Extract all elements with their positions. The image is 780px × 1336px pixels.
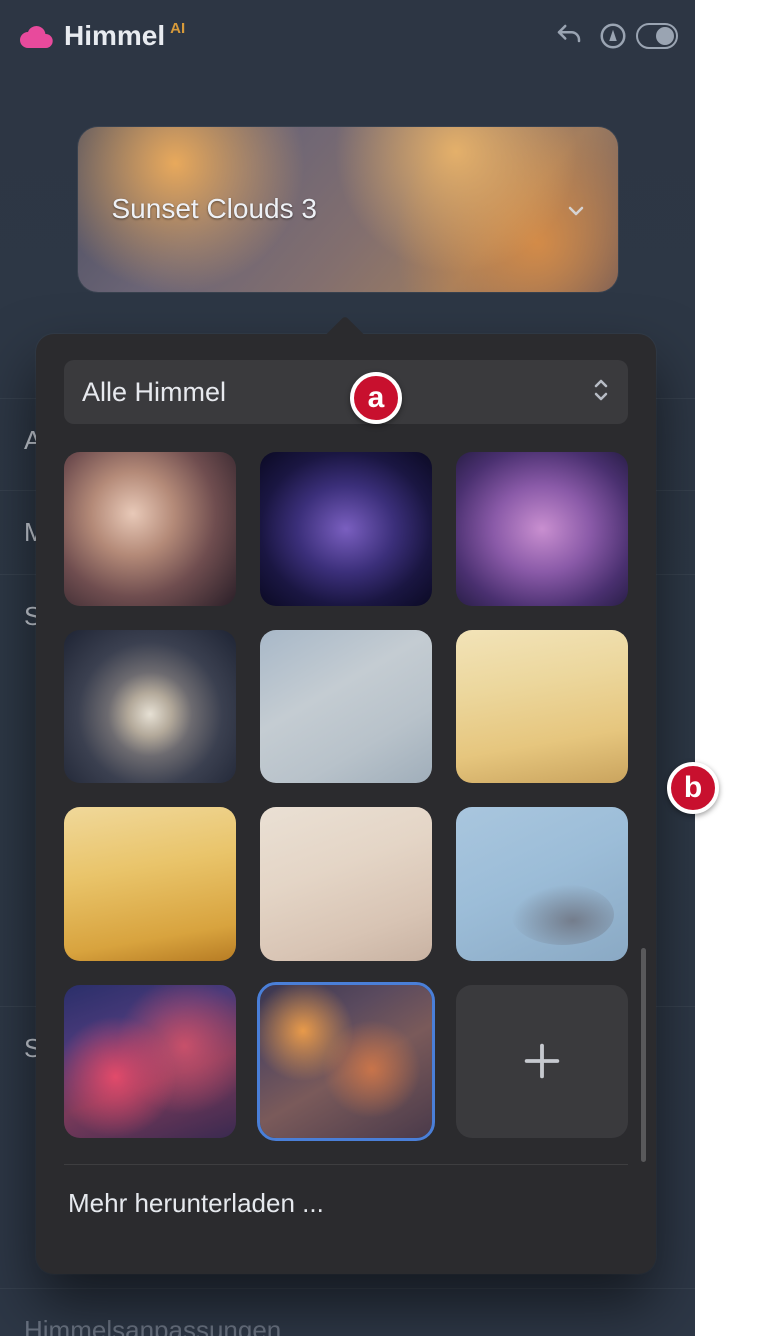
sky-thumbnail[interactable]: [64, 452, 236, 606]
download-more-button[interactable]: Mehr herunterladen ...: [64, 1165, 628, 1241]
panel-title: Himmel: [64, 20, 165, 52]
sky-thumbnail-selected[interactable]: [260, 985, 432, 1139]
sky-thumbnail[interactable]: [456, 630, 628, 784]
sky-thumbnail[interactable]: [64, 630, 236, 784]
sky-thumbnail[interactable]: [260, 452, 432, 606]
add-sky-button[interactable]: [456, 985, 628, 1139]
ai-badge: AI: [170, 20, 185, 37]
sky-thumbnail[interactable]: [64, 985, 236, 1139]
sky-thumbnail[interactable]: [456, 807, 628, 961]
panel-header: Himmel AI: [0, 0, 695, 72]
sky-thumbnail-grid: [64, 452, 628, 1138]
chevron-down-icon: [564, 199, 588, 228]
updown-chevron-icon: [592, 377, 610, 408]
sky-picker-popup: Alle Himmel Mehr herunterladen ...: [36, 334, 656, 1274]
toggle-switch[interactable]: [635, 14, 679, 58]
sky-thumbnail[interactable]: [64, 807, 236, 961]
sky-thumbnail[interactable]: [260, 630, 432, 784]
undo-button[interactable]: [547, 14, 591, 58]
cloud-icon: [20, 24, 54, 48]
sky-thumbnail[interactable]: [260, 807, 432, 961]
scrollbar[interactable]: [641, 948, 646, 1162]
annotation-badge-a: a: [350, 372, 402, 424]
sky-thumbnail[interactable]: [456, 452, 628, 606]
mask-button[interactable]: [591, 14, 635, 58]
section-row-adjustments[interactable]: Himmelsanpassungen: [0, 1288, 695, 1336]
annotation-badge-b: b: [667, 762, 719, 814]
sky-category-select[interactable]: Alle Himmel: [64, 360, 628, 424]
current-sky-selector[interactable]: Sunset Clouds 3: [78, 127, 618, 292]
category-label: Alle Himmel: [82, 377, 592, 408]
page-margin: b: [695, 0, 780, 1336]
current-sky-label: Sunset Clouds 3: [112, 193, 317, 225]
sky-tool-panel: Himmel AI Sunset Clouds 3 A M S S Himmel…: [0, 0, 695, 1336]
